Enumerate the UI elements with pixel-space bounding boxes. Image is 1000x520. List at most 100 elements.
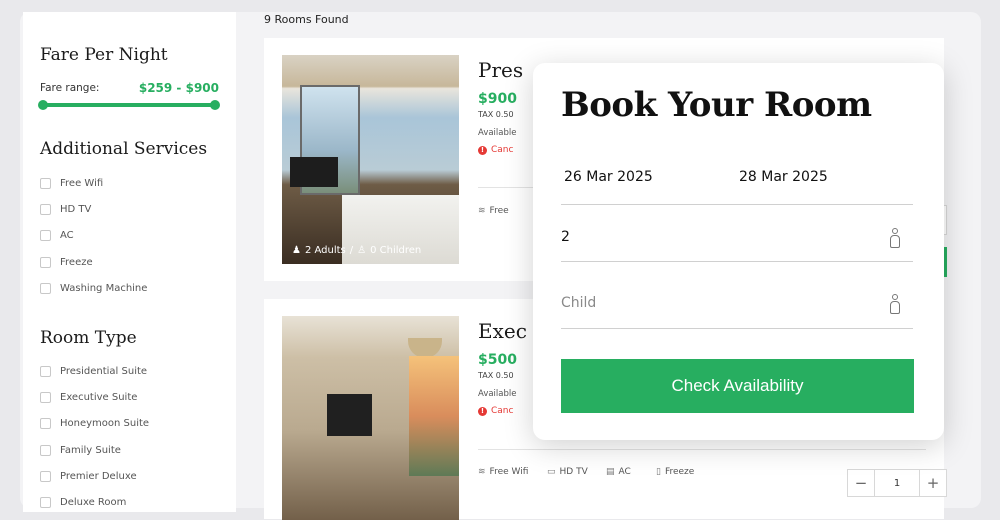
option-label: Deluxe Room (60, 497, 127, 508)
separator: / (349, 245, 354, 256)
child-icon (889, 294, 901, 314)
feature-tv: ▭ HD TV (547, 467, 588, 477)
tv-shape (327, 394, 372, 436)
adult-icon: ♟ (292, 245, 301, 256)
checkbox[interactable] (40, 471, 51, 482)
option-label: HD TV (60, 204, 92, 215)
checkbox[interactable] (40, 204, 51, 215)
option-label: Executive Suite (60, 392, 138, 403)
room-type-heading: Room Type (40, 328, 137, 348)
slider-min-handle[interactable] (38, 100, 48, 110)
checkbox[interactable] (40, 283, 51, 294)
alert-icon: ! (478, 406, 487, 416)
adult-count: 2 Adults (304, 245, 346, 256)
room-type-option[interactable]: Premier Deluxe (40, 471, 137, 482)
checkbox[interactable] (40, 418, 51, 429)
service-option-free-wifi[interactable]: Free Wifi (40, 178, 103, 189)
option-label: Family Suite (60, 445, 121, 456)
child-field-underline (561, 328, 913, 329)
option-label: Free Wifi (60, 178, 104, 189)
tv-icon: ▭ (547, 467, 556, 477)
alert-icon: ! (478, 145, 487, 155)
window-scene (409, 356, 459, 476)
adults-input[interactable]: 2 (561, 229, 570, 245)
booking-panel: Book Your Room 26 Mar 2025 28 Mar 2025 2… (533, 63, 944, 440)
room-price: $900 (478, 91, 517, 107)
feature-wifi: ≋ Free (478, 206, 509, 216)
ac-icon: ▤ (606, 467, 615, 477)
child-count: 0 Children (370, 245, 422, 256)
feature-freeze: ▯ Freeze (656, 467, 694, 477)
checkbox[interactable] (40, 392, 51, 403)
room-photo[interactable] (282, 316, 459, 520)
checkbox[interactable] (40, 445, 51, 456)
option-label: Washing Machine (60, 283, 148, 294)
checkbox[interactable] (40, 257, 51, 268)
checkbox[interactable] (40, 366, 51, 377)
service-option-ac[interactable]: AC (40, 230, 74, 241)
service-option-hd-tv[interactable]: HD TV (40, 204, 91, 215)
feature-label: Freeze (664, 467, 695, 477)
quantity-value[interactable]: 1 (874, 470, 920, 496)
increment-button[interactable]: + (920, 470, 946, 496)
fare-heading: Fare Per Night (40, 45, 168, 65)
check-availability-button[interactable]: Check Availability (561, 359, 914, 413)
decrement-button[interactable]: − (848, 470, 874, 496)
cancellation-info: ! Canc (478, 406, 513, 416)
room-type-option[interactable]: Family Suite (40, 445, 121, 456)
room-tax: TAX 0.50 (478, 110, 514, 119)
child-input[interactable]: Child (561, 295, 596, 311)
fridge-icon: ▯ (656, 467, 661, 477)
room-type-option[interactable]: Executive Suite (40, 392, 137, 403)
chandelier-shape (408, 338, 442, 358)
room-title[interactable]: Pres (478, 58, 523, 82)
option-label: AC (60, 230, 74, 241)
check-out-date[interactable]: 28 Mar 2025 (739, 169, 828, 185)
feature-wifi: ≋ Free Wifi (478, 467, 528, 477)
option-label: Presidential Suite (60, 366, 148, 377)
room-photo[interactable]: ♟ 2 Adults / ♙ 0 Children (282, 55, 459, 264)
service-option-washing-machine[interactable]: Washing Machine (40, 283, 147, 294)
feature-label: HD TV (559, 467, 588, 477)
feature-ac: ▤ AC (606, 467, 631, 477)
slider-track (40, 103, 218, 107)
checkbox[interactable] (40, 178, 51, 189)
room-tax: TAX 0.50 (478, 371, 514, 380)
checkbox[interactable] (40, 230, 51, 241)
room-type-option[interactable]: Presidential Suite (40, 366, 147, 377)
cancellation-info: ! Canc (478, 145, 513, 155)
slider-max-handle[interactable] (210, 100, 220, 110)
quantity-stepper[interactable]: − 1 + (847, 469, 947, 497)
check-in-date[interactable]: 26 Mar 2025 (564, 169, 653, 185)
tv-shape (290, 157, 338, 187)
person-icon (889, 228, 901, 248)
option-label: Premier Deluxe (60, 471, 137, 482)
booking-title: Book Your Room (561, 85, 872, 125)
child-icon: ♙ (357, 245, 367, 256)
cancellation-text: Canc (491, 145, 514, 155)
option-label: Freeze (60, 257, 93, 268)
results-count: 9 Rooms Found (264, 13, 349, 26)
cancellation-text: Canc (491, 406, 514, 416)
availability-text: Available (478, 128, 517, 138)
fare-range-slider[interactable] (38, 100, 220, 110)
adults-field-underline (561, 261, 913, 262)
services-heading: Additional Services (40, 139, 208, 159)
date-field-underline (561, 204, 913, 205)
availability-text: Available (478, 389, 517, 399)
divider (478, 449, 926, 450)
fare-range-value: $259 - $900 (138, 81, 219, 95)
feature-label: Free (489, 206, 509, 216)
service-option-freeze[interactable]: Freeze (40, 257, 93, 268)
feature-label: AC (618, 467, 631, 477)
option-label: Honeymoon Suite (60, 418, 150, 429)
wifi-icon: ≋ (478, 467, 486, 477)
fare-range-label: Fare range: (40, 82, 100, 94)
room-type-option[interactable]: Deluxe Room (40, 497, 126, 508)
guest-info: ♟ 2 Adults / ♙ 0 Children (292, 245, 421, 256)
checkbox[interactable] (40, 497, 51, 508)
filter-sidebar: Fare Per Night Fare range: $259 - $900 A… (23, 12, 236, 512)
room-price: $500 (478, 352, 517, 368)
room-title[interactable]: Exec (478, 319, 527, 343)
room-type-option[interactable]: Honeymoon Suite (40, 418, 149, 429)
